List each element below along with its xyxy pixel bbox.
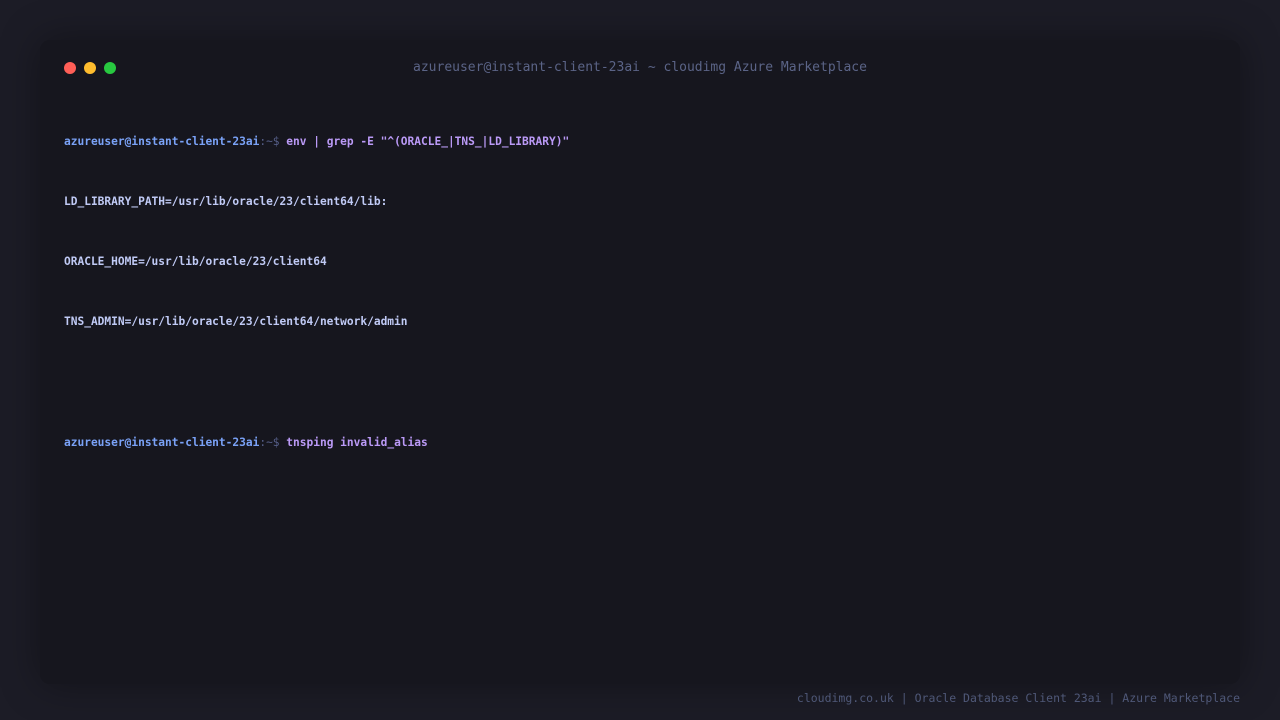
terminal-line-output: ORACLE_HOME=/usr/lib/oracle/23/client64 bbox=[64, 255, 327, 268]
terminal-window: azureuser@instant-client-23ai ~ cloudimg… bbox=[40, 40, 1240, 684]
title-bar: azureuser@instant-client-23ai ~ cloudimg… bbox=[40, 40, 1240, 96]
command-text: tnsping invalid_alias bbox=[286, 435, 428, 449]
prompt-user-host: azureuser@instant-client-23ai bbox=[64, 435, 260, 449]
prompt-symbol: :~$ bbox=[259, 135, 280, 148]
prompt-symbol: :~$ bbox=[259, 435, 280, 449]
terminal-line-output: LD_LIBRARY_PATH=/usr/lib/oracle/23/clien… bbox=[64, 195, 388, 208]
terminal-line-command: azureuser@instant-client-23ai:~$ env | g… bbox=[64, 132, 1216, 152]
footer-caption: cloudimg.co.uk | Oracle Database Client … bbox=[796, 691, 1240, 705]
terminal-output[interactable]: azureuser@instant-client-23ai:~$ env | g… bbox=[64, 92, 1216, 664]
command-text: env | grep -E "^(ORACLE_|TNS_|LD_LIBRARY… bbox=[286, 135, 570, 148]
terminal-line-output: TNS_ADMIN=/usr/lib/oracle/23/client64/ne… bbox=[64, 315, 408, 328]
prompt-user-host: azureuser@instant-client-23ai bbox=[64, 135, 260, 148]
window-title: azureuser@instant-client-23ai ~ cloudimg… bbox=[413, 60, 867, 75]
terminal-line-command: azureuser@instant-client-23ai:~$ tnsping… bbox=[64, 433, 1216, 453]
